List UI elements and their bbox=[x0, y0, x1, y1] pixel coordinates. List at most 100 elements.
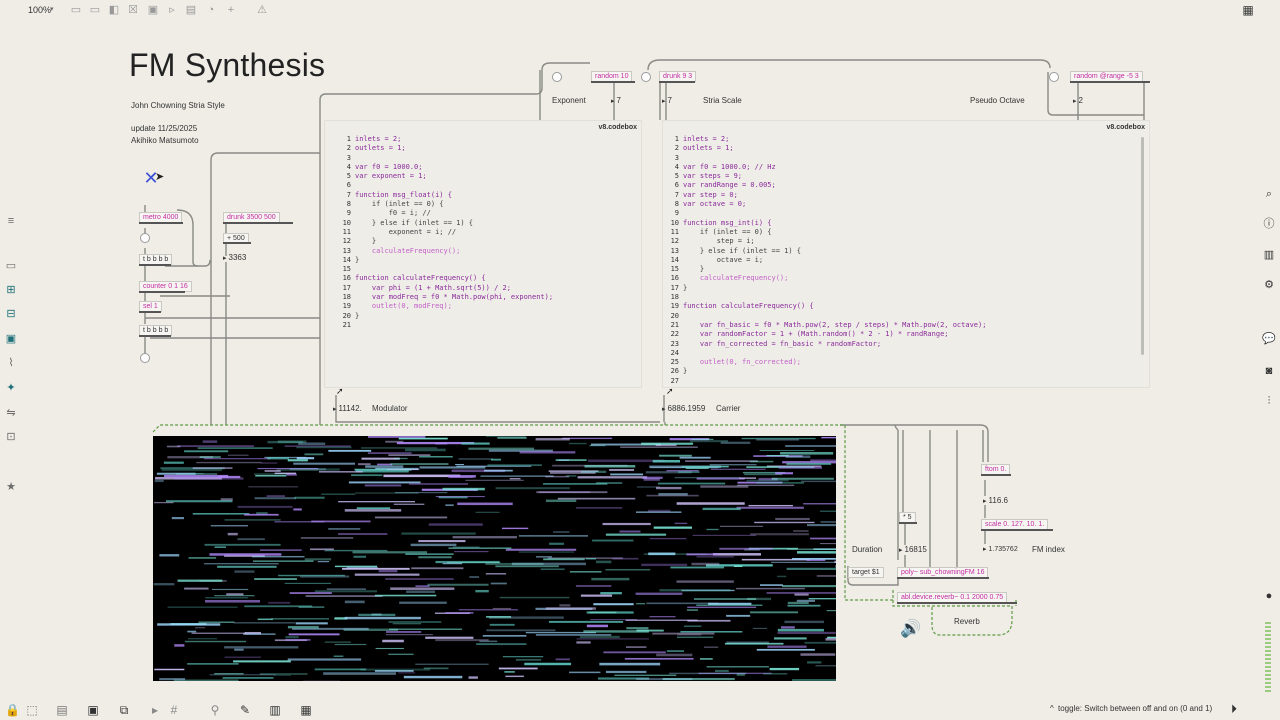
spectrogram-streak bbox=[820, 510, 836, 512]
bang-exponent[interactable] bbox=[552, 72, 562, 82]
spectrogram-streak bbox=[266, 495, 285, 497]
pseudo-number[interactable]: 2 bbox=[1073, 96, 1083, 105]
spectrogram-streak bbox=[575, 585, 612, 587]
spectrogram-streak bbox=[706, 666, 769, 668]
spectrogram-streak bbox=[777, 628, 824, 632]
code-line: 21 var fn_basic = f0 * Math.pow(2, step … bbox=[667, 321, 987, 330]
line-number: 11 bbox=[670, 227, 679, 236]
code-line: 8 if (inlet == 0) { bbox=[339, 200, 553, 209]
line-number: 2 bbox=[674, 144, 679, 153]
bang-stria[interactable] bbox=[641, 72, 651, 82]
spectrogram-streak bbox=[691, 562, 720, 566]
codebox-header-right: v8.codebox bbox=[1106, 124, 1145, 131]
spectrogram-streak bbox=[782, 585, 836, 588]
spectrogram-streak bbox=[585, 558, 597, 560]
line-number: 4 bbox=[346, 162, 351, 171]
spectrogram-streak bbox=[576, 638, 649, 640]
spectrogram-streak bbox=[726, 614, 751, 617]
spectrogram-streak bbox=[267, 457, 290, 460]
bang-pseudo[interactable] bbox=[1049, 72, 1059, 82]
spectrogram-streak bbox=[586, 611, 634, 614]
spectrogram-streak bbox=[305, 595, 383, 597]
speaker-icon[interactable]: 🔊 bbox=[900, 619, 922, 639]
spectrogram-streak bbox=[489, 623, 515, 626]
codebox-modulator[interactable]: v8.codebox 1 inlets = 2; 2 outlets = 1; 3 4 va… bbox=[324, 120, 642, 388]
spectrogram-streak bbox=[687, 606, 757, 609]
spectrogram-streak bbox=[739, 477, 757, 479]
code-editor-left[interactable]: 1 inlets = 2; 2 outlets = 1; 3 4 var f0 = 1000… bbox=[339, 135, 554, 330]
pin-icon[interactable]: ➚ bbox=[336, 386, 344, 397]
outlet-bar bbox=[223, 242, 251, 244]
spectrogram-streak bbox=[555, 658, 570, 661]
spectrogram-streak bbox=[666, 650, 685, 652]
spectrogram-streak bbox=[386, 469, 420, 471]
line-number: 14 bbox=[670, 255, 679, 264]
code-line: 9 bbox=[667, 209, 986, 218]
spectrogram-streak bbox=[576, 507, 623, 509]
spectrogram-streak bbox=[163, 461, 184, 464]
code-text: var step = 0; bbox=[683, 190, 738, 199]
line-number: 4 bbox=[674, 162, 679, 171]
spectrogram-streak bbox=[763, 673, 788, 675]
spectrogram-streak bbox=[196, 461, 262, 464]
spectrogram-streak bbox=[569, 671, 601, 674]
codebox-carrier[interactable]: v8.codebox 1 inlets = 2; 2 outlets = 1; 3 4 va… bbox=[662, 120, 1150, 388]
spectrogram-streak bbox=[259, 549, 302, 551]
spectrogram-streak bbox=[469, 576, 480, 578]
spectrogram-streak bbox=[543, 483, 608, 485]
spectrogram-streak bbox=[646, 602, 719, 605]
pin-icon-right[interactable]: ➚ bbox=[666, 386, 674, 397]
spectrogram-streak bbox=[234, 570, 255, 573]
spectrogram-streak bbox=[490, 458, 501, 461]
spectrogram-streak bbox=[344, 509, 402, 512]
line-number: 5 bbox=[346, 172, 351, 181]
spectrogram-streak bbox=[487, 464, 542, 467]
spectrogram-streak bbox=[810, 459, 836, 462]
spectrogram-streak bbox=[203, 458, 271, 460]
spectrogram-streak bbox=[310, 548, 334, 551]
line-number: 11 bbox=[342, 227, 351, 236]
spectrogram-streak bbox=[415, 663, 489, 665]
code-editor-right[interactable]: 1 inlets = 2; 2 outlets = 1; 3 4 var f0 = 1000… bbox=[667, 135, 987, 386]
spectrogram-streak bbox=[344, 600, 365, 604]
spectrogram-streak bbox=[692, 534, 756, 536]
spectrogram-streak bbox=[676, 502, 745, 505]
spectrogram-streak bbox=[674, 476, 741, 479]
spectrogram-streak bbox=[676, 636, 714, 638]
modulator-number[interactable]: 11142. bbox=[333, 404, 362, 413]
line-number: 15 bbox=[342, 265, 351, 274]
bang-button[interactable] bbox=[140, 233, 150, 243]
target-message[interactable]: target $1 bbox=[848, 567, 884, 578]
code-line: 19 function calculateFrequency() { bbox=[667, 302, 986, 311]
spectrogram-streak bbox=[171, 516, 185, 520]
spectrogram-streak bbox=[609, 468, 635, 471]
spectrogram-streak bbox=[825, 638, 836, 641]
spectrogram-streak bbox=[518, 535, 588, 537]
spectrogram-streak bbox=[786, 548, 836, 550]
number-3363[interactable]: 3363 bbox=[223, 253, 247, 262]
code-text: step = i; bbox=[683, 237, 755, 246]
spectrogram-streak bbox=[386, 631, 422, 633]
spectrogram-streak bbox=[492, 607, 512, 610]
spectrogram-streak bbox=[382, 639, 404, 643]
stria-number[interactable]: 7 bbox=[662, 96, 672, 105]
scrollbar[interactable] bbox=[1141, 137, 1144, 355]
carrier-number[interactable]: 6886.1959 bbox=[662, 404, 706, 413]
line-number: 17 bbox=[670, 283, 679, 292]
spectrogram-streak bbox=[603, 651, 666, 654]
bang-button-2[interactable] bbox=[140, 353, 150, 363]
code-text: octave = i; bbox=[683, 255, 764, 264]
spectrogram-streak bbox=[418, 556, 452, 559]
spectrogram-streak bbox=[505, 548, 577, 551]
spectrogram-streak bbox=[435, 442, 448, 445]
code-text: } bbox=[683, 265, 705, 274]
code-line: 2 outlets = 1; bbox=[667, 144, 986, 153]
code-line: 7 function msg_float(i) { bbox=[339, 191, 553, 200]
spectrogram-streak bbox=[435, 496, 485, 498]
spectrogram-streak bbox=[328, 528, 361, 530]
ftom-number[interactable]: 116.6 bbox=[983, 496, 1008, 505]
duration-number[interactable]: 16815 bbox=[899, 545, 927, 554]
spectrogram-streak bbox=[287, 459, 308, 462]
exponent-number[interactable]: 7 bbox=[611, 96, 621, 105]
fm-index-number[interactable]: 1.735762 bbox=[983, 545, 1018, 553]
